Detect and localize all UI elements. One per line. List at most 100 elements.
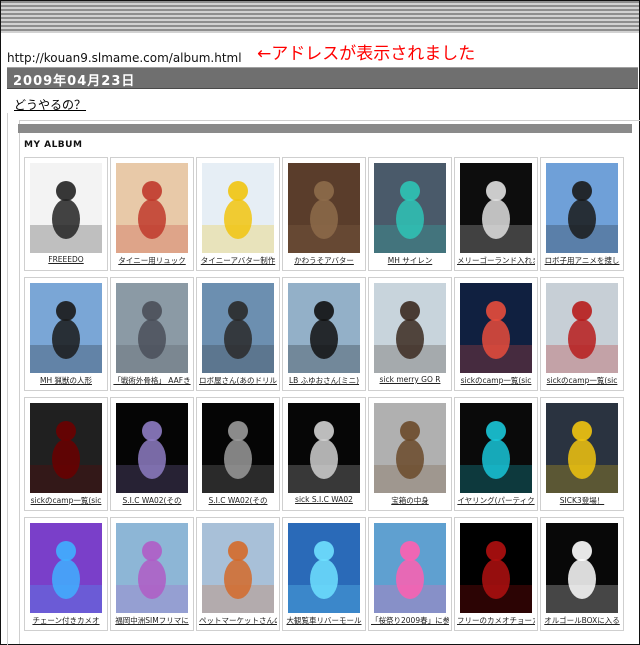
thumbnail-image <box>30 301 102 373</box>
thumbnail-image <box>288 301 360 373</box>
album-item[interactable]: 宝箱の中身 <box>368 397 452 511</box>
album-thumbnail[interactable] <box>288 163 360 253</box>
thumbnail-image <box>374 301 446 373</box>
thumbnail-image <box>374 541 446 613</box>
album-caption-link[interactable]: 大観覧車リバーモール <box>285 615 363 627</box>
album-caption-link[interactable]: sickのcamp一覧(sic <box>543 375 621 387</box>
thumbnail-image <box>546 541 618 613</box>
album-caption-link[interactable]: フリーのカメオチョーカ <box>457 615 535 627</box>
album-thumbnail[interactable] <box>460 163 532 253</box>
address-annotation: ←アドレスが表示されました <box>257 44 476 64</box>
album-caption-link[interactable]: メリーゴーランド入れま <box>457 255 535 267</box>
album-item[interactable]: 大観覧車リバーモール <box>282 517 366 631</box>
album-thumbnail[interactable] <box>288 403 360 493</box>
thumbnail-image <box>460 421 532 493</box>
album-item[interactable]: sickのcamp一覧(sic <box>454 277 538 391</box>
album-thumbnail[interactable] <box>116 163 188 253</box>
album-item[interactable]: イヤリング(パーティク <box>454 397 538 511</box>
album-thumbnail[interactable] <box>374 403 446 493</box>
album-caption-link[interactable]: オルゴールBOXに入る <box>543 615 621 627</box>
album-caption-link[interactable]: チェーン付きカメオ <box>27 615 105 627</box>
album-thumbnail[interactable] <box>116 403 188 493</box>
album-caption-link[interactable]: S.I.C WA02(その <box>199 495 277 507</box>
album-caption-link[interactable]: sick S.I.C WA02 <box>285 495 363 507</box>
album-caption-link[interactable]: ペットマーケットさんの <box>199 615 277 627</box>
album-caption-link[interactable]: FREEEDO <box>27 255 105 267</box>
album-item[interactable]: タイニー用リュック <box>110 157 194 271</box>
album-thumbnail[interactable] <box>202 283 274 373</box>
album-caption-link[interactable]: MH 猟獣の人形 <box>27 375 105 387</box>
album-item[interactable]: SICK3登場！ <box>540 397 624 511</box>
album-thumbnail[interactable] <box>546 523 618 613</box>
thumbnail-image <box>116 421 188 493</box>
album-caption-link[interactable]: タイニー用リュック <box>113 255 191 267</box>
album-thumbnail[interactable] <box>374 283 446 373</box>
album-thumbnail[interactable] <box>116 283 188 373</box>
album-caption-link[interactable]: ロボ屋さん(あのドリル <box>199 375 277 387</box>
thumbnail-image <box>30 421 102 493</box>
album-caption-link[interactable]: タイニーアバター制作 <box>199 255 277 267</box>
album-thumbnail[interactable] <box>460 283 532 373</box>
album-thumbnail[interactable] <box>460 403 532 493</box>
album-thumbnail[interactable] <box>116 523 188 613</box>
album-caption-link[interactable]: かわうそアバター <box>285 255 363 267</box>
album-caption-link[interactable]: sick merry GO R <box>371 375 449 387</box>
thumbnail-image <box>546 181 618 253</box>
album-caption-link[interactable]: sickのcamp一覧(sic <box>457 375 535 387</box>
album-thumbnail[interactable] <box>460 523 532 613</box>
album-thumbnail[interactable] <box>546 163 618 253</box>
album-thumbnail[interactable] <box>546 403 618 493</box>
album-item[interactable]: 「戦術外骨格」 AAFき <box>110 277 194 391</box>
album-row: sickのcamp一覧(sic S.I.C WA02(その S.I.C WA02(そ… <box>24 397 634 517</box>
album-thumbnail[interactable] <box>374 523 446 613</box>
album-item[interactable]: ペットマーケットさんの <box>196 517 280 631</box>
album-thumbnail[interactable] <box>30 283 102 373</box>
album-item[interactable]: チェーン付きカメオ <box>24 517 108 631</box>
album-item[interactable]: タイニーアバター制作 <box>196 157 280 271</box>
album-thumbnail[interactable] <box>30 523 102 613</box>
album-item[interactable]: かわうそアバター <box>282 157 366 271</box>
album-item[interactable]: S.I.C WA02(その <box>110 397 194 511</box>
album-item[interactable]: S.I.C WA02(その <box>196 397 280 511</box>
album-thumbnail[interactable] <box>374 163 446 253</box>
album-item[interactable]: オルゴールBOXに入る <box>540 517 624 631</box>
album-item[interactable]: sickのcamp一覧(sic <box>24 397 108 511</box>
album-header-bar <box>18 124 632 133</box>
album-caption-link[interactable]: ロボ子用アニメを捜し <box>543 255 621 267</box>
album-item[interactable]: MH サイレン <box>368 157 452 271</box>
album-item[interactable]: メリーゴーランド入れま <box>454 157 538 271</box>
album-thumbnail[interactable] <box>30 163 102 253</box>
album-thumbnail[interactable] <box>202 523 274 613</box>
album-thumbnail[interactable] <box>30 403 102 493</box>
album-item[interactable]: ロボ屋さん(あのドリル <box>196 277 280 391</box>
album-item[interactable]: sickのcamp一覧(sic <box>540 277 624 391</box>
album-caption-link[interactable]: 「桜祭り2009春」に参 <box>371 615 449 627</box>
album-caption-link[interactable]: MH サイレン <box>371 255 449 267</box>
album-caption-link[interactable]: S.I.C WA02(その <box>113 495 191 507</box>
album-item[interactable]: LB ふゆおさん(ミニ) <box>282 277 366 391</box>
album-caption-link[interactable]: sickのcamp一覧(sic <box>27 495 105 507</box>
album-caption-link[interactable]: 「戦術外骨格」 AAFき <box>113 375 191 387</box>
album-caption-link[interactable]: 福岡中洲SIMフリマに <box>113 615 191 627</box>
album-thumbnail[interactable] <box>288 523 360 613</box>
album-item[interactable]: 福岡中洲SIMフリマに <box>110 517 194 631</box>
thumbnail-image <box>374 421 446 493</box>
album-item[interactable]: MH 猟獣の人形 <box>24 277 108 391</box>
thumbnail-image <box>460 181 532 253</box>
album-thumbnail[interactable] <box>288 283 360 373</box>
album-thumbnail[interactable] <box>202 163 274 253</box>
album-item[interactable]: sick merry GO R <box>368 277 452 391</box>
album-thumbnail[interactable] <box>202 403 274 493</box>
thumbnail-image <box>288 541 360 613</box>
album-caption-link[interactable]: SICK3登場！ <box>543 495 621 507</box>
album-caption-link[interactable]: 宝箱の中身 <box>371 495 449 507</box>
album-item[interactable]: FREEEDO <box>24 157 108 271</box>
album-caption-link[interactable]: LB ふゆおさん(ミニ) <box>285 375 363 387</box>
album-caption-link[interactable]: イヤリング(パーティク <box>457 495 535 507</box>
howto-link[interactable]: どうやるの？ <box>14 96 86 113</box>
album-item[interactable]: フリーのカメオチョーカ <box>454 517 538 631</box>
album-item[interactable]: 「桜祭り2009春」に参 <box>368 517 452 631</box>
album-item[interactable]: ロボ子用アニメを捜し <box>540 157 624 271</box>
album-thumbnail[interactable] <box>546 283 618 373</box>
album-item[interactable]: sick S.I.C WA02 <box>282 397 366 511</box>
